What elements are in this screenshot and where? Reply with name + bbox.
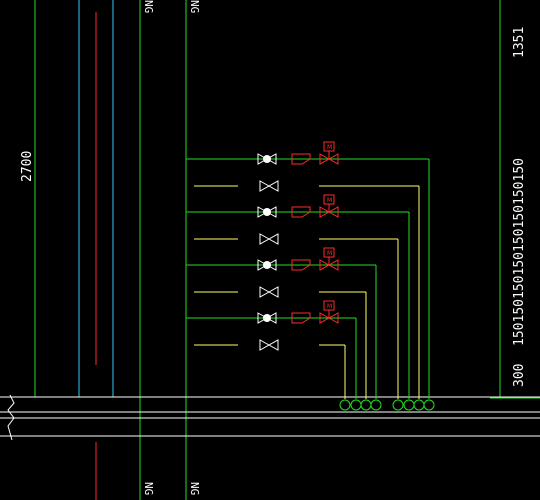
valve-ball-icon <box>263 261 271 269</box>
gate-valve-icon <box>259 233 279 245</box>
pipe-tag-bottom-a: NG <box>142 482 155 495</box>
gate-valve-icon <box>259 339 279 351</box>
dim-right-stack: 150150150150150150150150 <box>512 158 527 346</box>
valve-ball-icon <box>263 208 271 216</box>
header-connection-icon <box>339 399 351 411</box>
pipe-tag-top-a: NG <box>142 0 155 13</box>
header-connection-icon <box>370 399 382 411</box>
actuator-label: M <box>327 197 332 204</box>
gate-valve-icon <box>259 180 279 192</box>
pipe-tag-top-b: NG <box>188 0 201 13</box>
cad-drawing: 2700 1351 150150150150150150150150 300 N… <box>0 0 540 500</box>
pipe-tag-bottom-b: NG <box>188 482 201 495</box>
header-connection-icon <box>360 399 372 411</box>
valve-ball-icon <box>263 314 271 322</box>
branch-rows: M M M M <box>186 141 435 411</box>
dim-right-bottom: 300 <box>512 364 527 387</box>
header-connection-icon <box>392 399 404 411</box>
header-connection-icon <box>423 399 435 411</box>
valve-ball-icon <box>263 155 271 163</box>
gate-valve-icon <box>259 286 279 298</box>
header-connection-icon <box>350 399 362 411</box>
actuator-label: M <box>327 250 332 257</box>
header-connection-icon <box>403 399 415 411</box>
actuator-label: M <box>327 144 332 151</box>
actuator-label: M <box>327 303 332 310</box>
dim-left-height: 2700 <box>20 151 35 182</box>
dim-right-top: 1351 <box>512 27 527 58</box>
header-connection-icon <box>413 399 425 411</box>
